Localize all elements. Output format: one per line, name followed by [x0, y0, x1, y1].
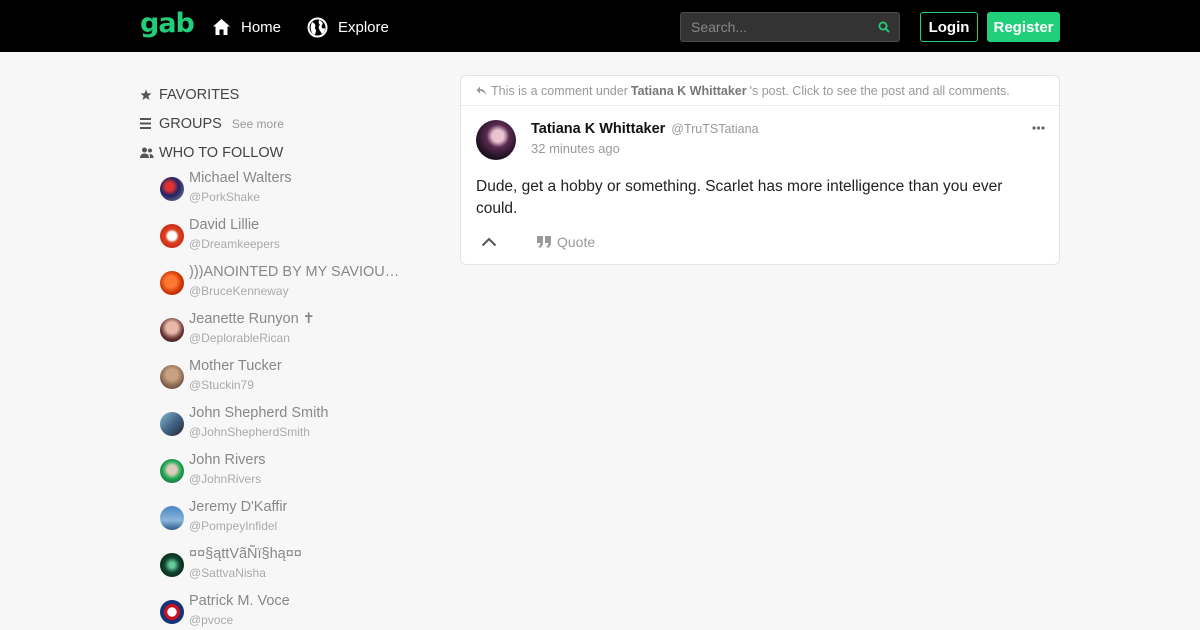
quote-icon: [537, 235, 551, 248]
list-icon: [140, 118, 159, 129]
notice-author[interactable]: Tatiana K Whittaker: [631, 84, 747, 98]
follow-suggestion[interactable]: John Shepherd Smith @JohnShepherdSmith: [160, 404, 410, 451]
star-icon: [140, 89, 159, 101]
post-header: Tatiana K Whittaker @TruTSTatiana 32 min…: [476, 120, 759, 160]
sidebar: FAVORITES GROUPS See more WHO TO FOLLOW …: [140, 80, 410, 630]
favorites-label: FAVORITES: [159, 86, 240, 103]
reply-icon: [476, 86, 486, 95]
follow-handle: @Dreamkeepers: [189, 237, 280, 251]
avatar: [160, 412, 184, 436]
nav-home-label: Home: [241, 18, 282, 36]
search-input[interactable]: [681, 13, 871, 41]
follow-handle: @Stuckin79: [189, 378, 254, 392]
follow-suggestion[interactable]: ¤¤§ąttVãÑï§hą¤¤ @SattvaNisha: [160, 545, 410, 592]
sidebar-favorites[interactable]: FAVORITES: [140, 80, 410, 109]
follow-name: Jeanette Runyon ✝: [189, 311, 315, 327]
author-handle[interactable]: @TruTSTatiana: [671, 122, 758, 136]
follow-suggestion[interactable]: )))ANOINTED BY MY SAVIOUR... @BruceKennew…: [160, 263, 410, 310]
follow-name: David Lillie: [189, 217, 260, 233]
comment-card: This is a comment under Tatiana K Whitta…: [460, 75, 1060, 265]
follow-handle: @JohnShepherdSmith: [189, 425, 310, 439]
upvote-chevron-icon[interactable]: [481, 237, 497, 247]
avatar: [160, 224, 184, 248]
post-actions: Quote: [481, 234, 595, 250]
author-name[interactable]: Tatiana K Whittaker: [531, 121, 665, 137]
follow-suggestion[interactable]: Mother Tucker @Stuckin79: [160, 357, 410, 404]
gab-logo[interactable]: gab: [140, 8, 195, 39]
follow-name: John Rivers: [189, 452, 266, 468]
avatar: [160, 600, 184, 624]
follow-name: )))ANOINTED BY MY SAVIOUR...: [189, 264, 401, 280]
quote-label: Quote: [557, 234, 596, 250]
nav-explore-label: Explore: [338, 18, 389, 36]
avatar: [160, 459, 184, 483]
follow-suggestion[interactable]: John Rivers @JohnRivers: [160, 451, 410, 498]
sidebar-groups[interactable]: GROUPS See more: [140, 109, 410, 138]
follow-handle: @DeplorableRican: [189, 331, 290, 345]
follow-name: Patrick M. Voce: [189, 593, 290, 609]
groups-see-more-link[interactable]: See more: [232, 117, 284, 131]
follow-handle: @JohnRivers: [189, 472, 262, 486]
avatar: [160, 553, 184, 577]
follow-name: John Shepherd Smith: [189, 405, 329, 421]
nav-explore-link[interactable]: Explore: [307, 16, 389, 38]
follow-list: Michael Walters @PorkShake David Lillie @D…: [140, 169, 410, 630]
notice-prefix: This is a comment under: [491, 83, 628, 98]
follow-suggestion[interactable]: Jeremy D'Kaffir @PompeyInfidel: [160, 498, 410, 545]
register-button[interactable]: Register: [987, 12, 1060, 42]
avatar: [160, 318, 184, 342]
follow-suggestion[interactable]: Jeanette Runyon ✝ @DeplorableRican: [160, 310, 410, 357]
author-avatar[interactable]: [476, 120, 516, 160]
avatar: [160, 271, 184, 295]
follow-name: Michael Walters: [189, 170, 292, 186]
avatar: [160, 506, 184, 530]
avatar: [160, 177, 184, 201]
post-timestamp[interactable]: 32 minutes ago: [531, 141, 759, 156]
follow-name: Mother Tucker: [189, 358, 282, 374]
top-navigation-bar: gab Home Explore Login Register: [0, 0, 1200, 52]
parent-post-notice[interactable]: This is a comment under Tatiana K Whitta…: [461, 76, 1059, 106]
follow-name: Jeremy D'Kaffir: [189, 499, 288, 515]
follow-suggestion[interactable]: David Lillie @Dreamkeepers: [160, 216, 410, 263]
follow-handle: @BruceKenneway: [189, 284, 289, 298]
nav-home-link[interactable]: Home: [212, 16, 281, 38]
sidebar-who-to-follow: WHO TO FOLLOW: [140, 138, 410, 167]
follow-suggestion[interactable]: Patrick M. Voce @pvoce: [160, 592, 410, 630]
quote-button[interactable]: Quote: [537, 234, 595, 250]
follow-handle: @pvoce: [189, 613, 234, 627]
follow-handle: @PompeyInfidel: [189, 519, 278, 533]
follow-suggestion[interactable]: Michael Walters @PorkShake: [160, 169, 410, 216]
more-options-icon[interactable]: [1032, 126, 1045, 130]
users-icon: [140, 147, 159, 159]
search-box: [680, 12, 900, 42]
globe-icon: [307, 17, 328, 37]
home-icon: [213, 19, 230, 35]
follow-handle: @SattvaNisha: [189, 566, 266, 580]
login-button[interactable]: Login: [920, 12, 978, 42]
who-to-follow-label: WHO TO FOLLOW: [159, 144, 284, 161]
post-body: Dude, get a hobby or something. Scarlet …: [476, 178, 1003, 217]
search-icon[interactable]: [878, 21, 890, 33]
notice-suffix: 's post. Click to see the post and all c…: [749, 83, 1010, 98]
follow-handle: @PorkShake: [189, 190, 260, 204]
groups-label: GROUPS: [159, 115, 222, 132]
avatar: [160, 365, 184, 389]
follow-name: ¤¤§ąttVãÑï§hą¤¤: [189, 546, 302, 562]
